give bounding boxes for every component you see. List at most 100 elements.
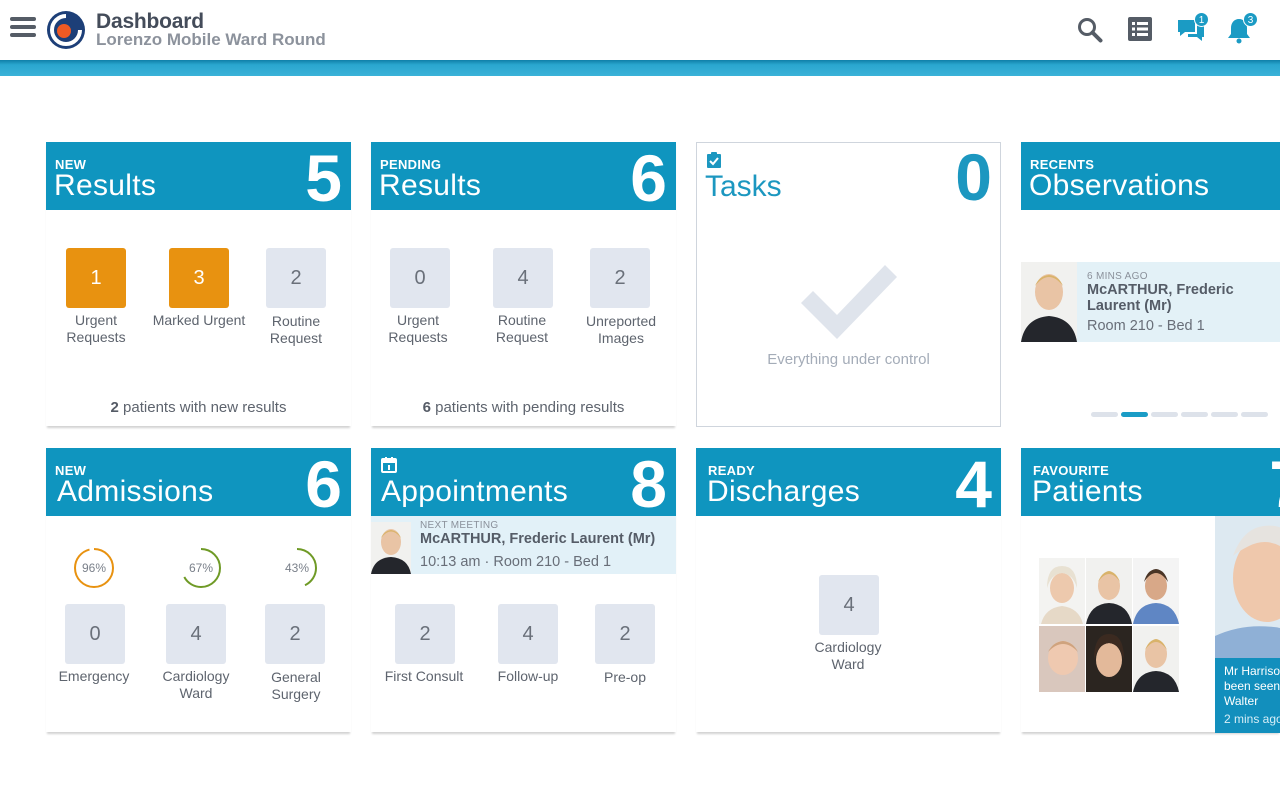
patient-photo[interactable] [1039, 558, 1085, 624]
progress-ring-label: 96% [82, 561, 106, 575]
card-count: 7 [1269, 448, 1280, 516]
card-header: Appointments 8 [371, 447, 676, 521]
pre-op-tile[interactable]: 2 [595, 604, 655, 664]
patient-photo[interactable] [1039, 626, 1085, 692]
card-title: Results [54, 169, 157, 202]
admissions-card[interactable]: NEW Admissions 6 96% 67% 43% 0 Emergency… [46, 447, 351, 732]
featured-patient-caption: Mr Harrison been seen Walter 2 mins ago [1215, 658, 1280, 733]
patient-location: Room 210 - Bed 1 [1087, 318, 1205, 334]
tile-label: Marked Urgent [152, 312, 246, 328]
tile-label: Routine Request [269, 313, 323, 346]
carousel-dot[interactable] [1211, 412, 1238, 417]
appointments-card[interactable]: Appointments 8 2 First Consult 4 Follow-… [371, 447, 676, 732]
urgent-requests-tile[interactable]: 0 [390, 248, 450, 308]
patient-photo[interactable] [1133, 558, 1179, 624]
card-count: 0 [955, 140, 992, 214]
search-icon[interactable] [1076, 16, 1104, 44]
discharges-card[interactable]: READY Discharges 4 4 Cardiology Ward [696, 447, 1001, 732]
progress-ring-label: 43% [285, 561, 309, 575]
progress-ring-label: 67% [189, 561, 213, 575]
tasks-card[interactable]: Tasks 0 Everything under control [696, 140, 1001, 427]
carousel-dot[interactable] [1241, 412, 1268, 417]
tile-label: Routine Request [495, 312, 549, 345]
tile-label: Pre-op [603, 669, 647, 685]
cardiology-ward-tile[interactable]: 4 [166, 604, 226, 664]
checkmark-icon [801, 265, 897, 339]
new-results-card[interactable]: NEW Results 5 1 Urgent Requests 3 Marked… [46, 141, 351, 426]
card-header: NEW Admissions 6 [46, 447, 351, 521]
caption-line: been seen [1224, 679, 1280, 693]
patient-photo[interactable] [1086, 558, 1132, 624]
header-accent-bar [0, 60, 1280, 76]
bell-icon[interactable]: 3 [1226, 12, 1258, 44]
routine-request-tile[interactable]: 2 [266, 248, 326, 308]
app-subtitle: Lorenzo Mobile Ward Round [96, 30, 326, 49]
card-header: READY Discharges 4 [696, 447, 1001, 521]
patient-photo [371, 522, 411, 574]
card-footer: 6 patients with pending results [371, 399, 676, 416]
progress-ring: 43% [277, 548, 317, 588]
card-count: 8 [630, 447, 667, 521]
tile-label: Emergency [58, 668, 130, 684]
emergency-tile[interactable]: 0 [65, 604, 125, 664]
card-count: 5 [305, 141, 342, 215]
recent-observation-item[interactable]: 6 MINS AGO McARTHUR, Frederic Laurent (M… [1021, 262, 1280, 342]
routine-request-tile[interactable]: 4 [493, 248, 553, 308]
patient-photo[interactable] [1133, 626, 1179, 692]
pending-results-card[interactable]: PENDING Results 6 0 Urgent Requests 4 Ro… [371, 141, 676, 426]
urgent-requests-tile[interactable]: 1 [66, 248, 126, 308]
chat-badge: 1 [1194, 12, 1209, 27]
footer-text: patients with pending results [430, 399, 625, 416]
app-logo [47, 11, 85, 49]
carousel-dot[interactable] [1091, 412, 1118, 417]
card-title: Observations [1029, 169, 1210, 202]
tile-label: Follow-up [497, 668, 559, 684]
card-count: 6 [305, 447, 342, 521]
card-title: Tasks [705, 170, 782, 203]
carousel-dot-active[interactable] [1121, 412, 1148, 417]
patient-photo [1021, 262, 1077, 342]
patient-name: McARTHUR, Frederic Laurent (Mr) [1087, 282, 1234, 314]
carousel-dot[interactable] [1181, 412, 1208, 417]
progress-ring: 96% [74, 548, 114, 588]
general-surgery-tile[interactable]: 2 [265, 604, 325, 664]
card-header: RECENTS Observations [1021, 142, 1280, 210]
marked-urgent-tile[interactable]: 3 [169, 248, 229, 308]
caption-line: Walter [1224, 694, 1259, 708]
tile-label: General Surgery [271, 669, 321, 702]
unreported-images-tile[interactable]: 2 [590, 248, 650, 308]
carousel-dot[interactable] [1151, 412, 1178, 417]
chat-icon[interactable]: 1 [1177, 12, 1209, 44]
card-count: 6 [630, 141, 667, 215]
tile-label: Unreported Images [585, 313, 657, 346]
calendar-icon [381, 457, 397, 473]
next-meeting-kicker: NEXT MEETING [420, 520, 499, 531]
caption-line: Mr Harrison [1224, 664, 1280, 678]
progress-ring: 67% [181, 548, 221, 588]
tile-label: Urgent Requests [388, 312, 448, 345]
tile-label: First Consult [384, 668, 464, 684]
caption-time: 2 mins ago [1224, 712, 1280, 726]
tile-label: Urgent Requests [66, 312, 126, 345]
observation-time: 6 MINS AGO [1087, 271, 1148, 282]
follow-up-tile[interactable]: 4 [498, 604, 558, 664]
card-title: Discharges [707, 475, 861, 508]
footer-count: 6 [422, 399, 431, 416]
card-title: Patients [1032, 475, 1143, 508]
card-title: Admissions [57, 475, 214, 508]
cardiology-ward-tile[interactable]: 4 [819, 575, 879, 635]
list-icon[interactable] [1127, 16, 1155, 44]
top-bar: Dashboard Lorenzo Mobile Ward Round 1 3 [0, 0, 1280, 60]
next-meeting-item[interactable]: NEXT MEETING McARTHUR, Frederic Laurent … [371, 516, 676, 574]
tile-label: Cardiology Ward [814, 639, 882, 672]
card-title: Results [379, 169, 482, 202]
first-consult-tile[interactable]: 2 [395, 604, 455, 664]
patient-name: McARTHUR, Frederic Laurent (Mr) [420, 531, 656, 547]
card-header: NEW Results 5 [46, 141, 351, 215]
patient-photo[interactable] [1086, 626, 1132, 692]
card-count: 4 [955, 447, 992, 521]
clipboard-check-icon [707, 152, 721, 168]
footer-text: patients with new results [118, 399, 287, 416]
menu-icon[interactable] [10, 17, 36, 41]
card-title: Appointments [381, 475, 569, 508]
